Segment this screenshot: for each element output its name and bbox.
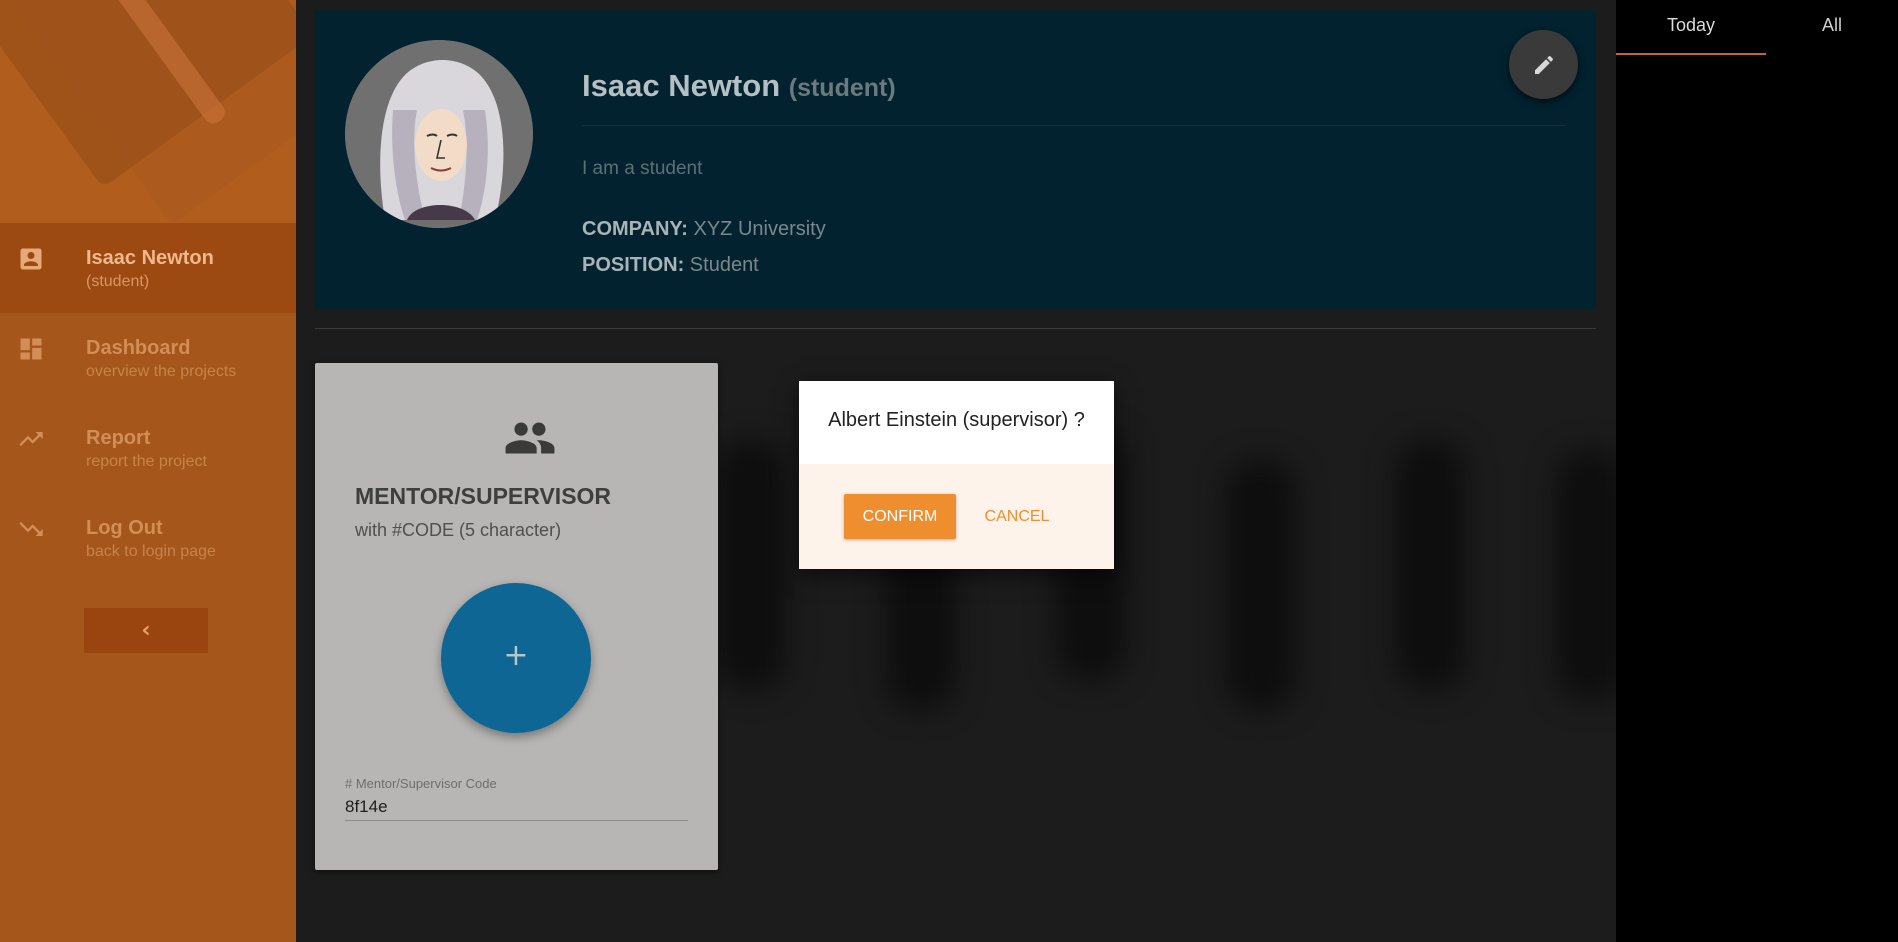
trending-up-icon [19, 432, 43, 446]
edit-profile-button[interactable] [1509, 30, 1578, 99]
mentor-title: MENTOR/SUPERVISOR [355, 483, 612, 509]
logout-arrow-icon [19, 522, 43, 536]
profile-position: POSITION: Student [582, 254, 759, 277]
mentor-card: MENTOR/SUPERVISOR with #CODE (5 characte… [315, 363, 718, 870]
profile-role: (student) [788, 74, 896, 102]
sidebar-item-report[interactable]: Report report the project [0, 403, 296, 493]
pencil-icon [1535, 55, 1554, 74]
sidebar: Isaac Newton (student) Dashboard overvie… [0, 0, 296, 942]
position-label: POSITION: [582, 254, 685, 276]
tab-all[interactable]: All [1766, 0, 1898, 55]
sidebar-item-title: Report [86, 427, 151, 449]
collapse-sidebar-button[interactable]: ‹ [84, 608, 208, 653]
profile-company: COMPANY: XYZ University [582, 218, 826, 241]
sidebar-item-subtitle: report the project [86, 453, 207, 470]
right-panel: Today All [1616, 0, 1898, 942]
sidebar-item-subtitle: overview the projects [86, 363, 237, 380]
cancel-button[interactable]: CANCEL [971, 494, 1063, 539]
sidebar-item-title: Isaac Newton [86, 247, 214, 269]
dashboard-icon [20, 338, 42, 360]
contact-card-icon [20, 248, 42, 270]
sidebar-item-subtitle: (student) [86, 273, 150, 290]
position-value: Student [689, 254, 759, 276]
sidebar-nav: Isaac Newton (student) Dashboard overvie… [0, 223, 296, 583]
company-label: COMPANY: [582, 218, 688, 240]
sidebar-item-profile[interactable]: Isaac Newton (student) [0, 223, 296, 313]
profile-card: Isaac Newton (student) I am a student CO… [315, 10, 1596, 309]
mentor-code-label: # Mentor/Supervisor Code [345, 776, 497, 791]
mentor-subtitle: with #CODE (5 character) [355, 520, 562, 540]
section-divider [315, 328, 1596, 329]
tab-today[interactable]: Today [1616, 0, 1766, 55]
portrait-illustration [345, 40, 533, 228]
confirm-button[interactable]: CONFIRM [844, 494, 956, 539]
sidebar-item-subtitle: back to login page [86, 543, 216, 560]
profile-bio: I am a student [582, 158, 703, 179]
sidebar-item-logout[interactable]: Log Out back to login page [0, 493, 296, 583]
dialog-message: Albert Einstein (supervisor) ? [828, 409, 1085, 431]
confirm-dialog: Albert Einstein (supervisor) ? CONFIRM C… [799, 381, 1114, 569]
add-mentor-button[interactable]: + [441, 583, 591, 733]
company-value: XYZ University [693, 218, 826, 240]
profile-name: Isaac Newton [582, 68, 781, 103]
sidebar-item-title: Log Out [86, 517, 163, 539]
profile-divider [582, 125, 1566, 126]
mentor-code-input[interactable] [345, 793, 688, 821]
sidebar-item-title: Dashboard [86, 337, 191, 359]
sidebar-header-decoration [0, 0, 296, 223]
people-group-icon [505, 422, 555, 454]
dialog-body: Albert Einstein (supervisor) ? [799, 381, 1114, 464]
sidebar-item-dashboard[interactable]: Dashboard overview the projects [0, 313, 296, 403]
profile-name-line: Isaac Newton (student) [582, 68, 896, 104]
profile-avatar [345, 40, 533, 228]
